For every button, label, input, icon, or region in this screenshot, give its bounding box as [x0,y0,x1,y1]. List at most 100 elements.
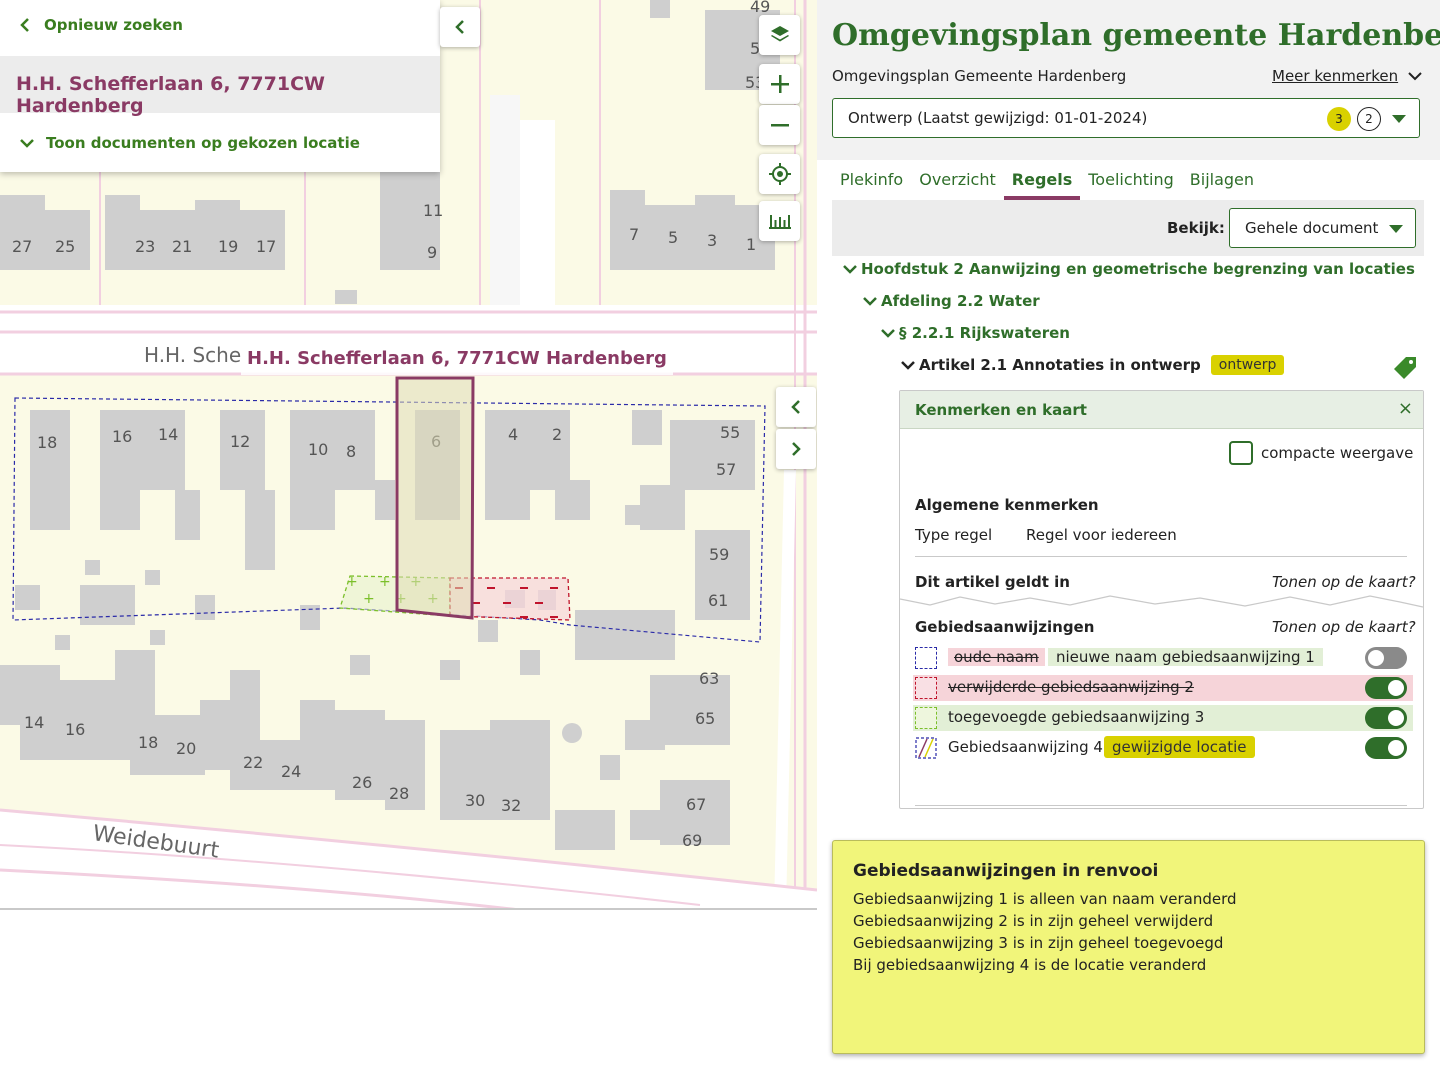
svg-text:32: 32 [501,796,521,815]
expand-panel-button[interactable] [776,429,816,469]
general-heading: Algemene kenmerken [915,496,1099,514]
svg-text:21: 21 [172,237,192,256]
zoom-out-button[interactable] [759,105,800,145]
chevron-left-icon [791,400,800,414]
svg-text:19: 19 [218,237,238,256]
tab-plekinfo[interactable]: Plekinfo [832,160,911,200]
svg-text:4: 4 [508,425,518,444]
chevron-down-icon [901,361,915,370]
blue-dashed-swatch-icon [915,647,937,669]
close-icon[interactable]: × [1398,398,1413,419]
zoom-in-button[interactable] [759,64,800,104]
svg-text:16: 16 [65,720,85,739]
layers-icon [770,26,789,42]
tag-icon[interactable] [1392,355,1418,381]
type-rule-label: Type regel [915,526,993,544]
ga-4-changed-location-badge: gewijzigde locatie [1104,736,1255,758]
ga-new-name: nieuwe naam gebiedsaanwijzing 1 [1048,648,1323,666]
ga-4-toggle[interactable] [1365,737,1407,759]
locate-icon [768,163,791,185]
count-badge-changes: 3 [1327,107,1351,131]
collapse-panel-button[interactable] [776,387,816,427]
tree-chapter-label: Hoofdstuk 2 Aanwijzing en geometrische b… [861,260,1415,278]
collapse-search-button[interactable] [440,7,480,47]
tab-bar: Plekinfo Overzicht Regels Toelichting Bi… [832,160,1422,200]
ga-heading: Gebiedsaanwijzingen [915,618,1095,636]
tab-bijlagen[interactable]: Bijlagen [1182,160,1262,200]
svg-text:3: 3 [707,231,717,250]
view-select-value: Gehele document [1245,219,1379,237]
svg-text:1: 1 [746,235,756,254]
chevron-down-icon [1408,72,1422,81]
ga-3-toggle[interactable] [1365,707,1407,729]
svg-text:20: 20 [176,739,196,758]
svg-text:2: 2 [552,425,562,444]
tree-chapter[interactable]: Hoofdstuk 2 Aanwijzing en geometrische b… [843,260,1415,278]
svg-text:59: 59 [709,545,729,564]
renvooi-title: Gebiedsaanwijzingen in renvooi [853,861,1159,881]
svg-text:17: 17 [256,237,276,256]
applies-show-on-map-link[interactable]: Tonen op de kaart? [1272,573,1416,591]
svg-text:7: 7 [629,225,639,244]
svg-text:67: 67 [686,795,706,814]
tab-toelichting[interactable]: Toelichting [1080,160,1182,200]
view-select[interactable]: Gehele document [1229,208,1416,248]
svg-text:18: 18 [37,433,57,452]
plan-subtitle: Omgevingsplan Gemeente Hardenberg [832,67,1127,85]
svg-text:12: 12 [230,432,250,451]
version-select-value: Ontwerp (Laatst gewijzigd: 01-01-2024) [848,109,1148,127]
svg-text:69: 69 [682,831,702,850]
compact-view-checkbox[interactable] [1229,441,1253,465]
caret-down-icon [1392,115,1406,123]
renvooi-line: Gebiedsaanwijzing 3 is in zijn geheel to… [853,934,1224,952]
tab-regels[interactable]: Regels [1003,160,1081,200]
tree-article[interactable]: Artikel 2.1 Annotaties in ontwerp ontwer… [901,355,1285,375]
torn-divider [900,595,1423,608]
svg-text:8: 8 [346,442,356,461]
ga-added-label: toegevoegde gebiedsaanwijzing 3 [948,708,1205,726]
chevron-down-icon [881,329,895,338]
svg-text:14: 14 [158,425,178,444]
caret-down-icon [1389,225,1403,233]
ga-removed-label: verwijderde gebiedsaanwijzing 2 [948,678,1194,696]
measure-button[interactable] [759,201,800,241]
zoom-out-icon [770,124,789,127]
ga-2-toggle[interactable] [1365,677,1407,699]
tree-section[interactable]: Afdeling 2.2 Water [863,292,1040,310]
svg-text:+: + [379,574,391,590]
svg-text:22: 22 [243,753,263,772]
tree-section-label: Afdeling 2.2 Water [881,292,1040,310]
svg-text:23: 23 [135,237,155,256]
zoom-in-icon [770,75,789,93]
ga-1-toggle[interactable] [1365,647,1407,669]
ga-row-1: oude naam nieuwe naam gebiedsaanwijzing … [913,645,1413,671]
ga-old-name: oude naam [948,648,1045,666]
type-rule-value: Regel voor iedereen [1026,526,1177,544]
toggle-documents-link[interactable]: Toon documenten op gekozen locatie [20,134,360,152]
svg-text:65: 65 [695,709,715,728]
green-dashed-swatch-icon [915,707,937,729]
back-to-search-link[interactable]: Opnieuw zoeken [20,16,183,34]
map-address-label: H.H. Schefferlaan 6, 7771CW Hardenberg [241,343,673,375]
svg-text:25: 25 [55,237,75,256]
svg-text:28: 28 [389,784,409,803]
chevron-left-icon [455,20,464,34]
more-properties-link[interactable]: Meer kenmerken [1272,67,1422,85]
svg-text:61: 61 [708,591,728,610]
ga-row-4: Gebiedsaanwijzing 4 gewijzigde locatie [913,735,1413,761]
selected-address-row: H.H. Schefferlaan 6, 7771CW Hardenberg [0,56,440,117]
tree-paragraph[interactable]: § 2.2.1 Rijkswateren [881,324,1070,342]
svg-text:16: 16 [112,427,132,446]
svg-text:26: 26 [352,773,372,792]
selected-parcel [395,376,475,620]
svg-text:H.H. Sche: H.H. Sche [144,343,241,367]
properties-card-title: Kenmerken en kaart [915,401,1087,419]
tab-overzicht[interactable]: Overzicht [911,160,1004,200]
layers-button[interactable] [759,15,800,55]
version-select[interactable]: Ontwerp (Laatst gewijzigd: 01-01-2024) 3… [832,98,1420,138]
locate-button[interactable] [759,154,800,194]
applies-heading: Dit artikel geldt in [915,573,1070,591]
svg-text:24: 24 [281,762,301,781]
ga-show-on-map-link[interactable]: Tonen op de kaart? [1272,618,1416,636]
properties-card: Kenmerken en kaart × compacte weergave A… [899,390,1424,809]
